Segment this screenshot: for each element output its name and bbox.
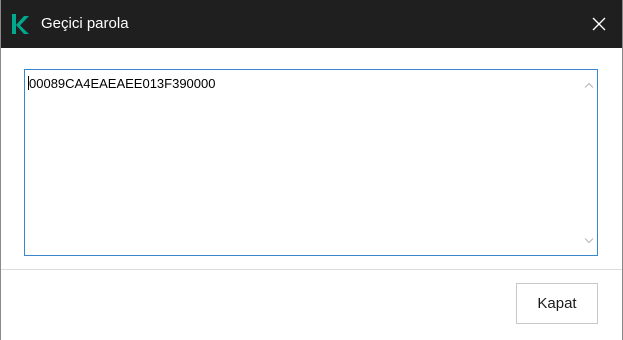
password-text-field[interactable]: 00089CA4EAEAEE013F390000: [25, 70, 580, 255]
dialog-footer: Kapat: [1, 270, 622, 340]
password-textarea[interactable]: 00089CA4EAEAEE013F390000: [24, 69, 598, 256]
chevron-down-icon[interactable]: [580, 232, 597, 249]
dialog-title: Geçici parola: [41, 15, 129, 32]
password-value: 00089CA4EAEAEE013F390000: [29, 76, 216, 91]
app-logo-icon: [10, 12, 30, 36]
dialog-window: Geçici parola 00089CA4EAEAEE013F390000 K…: [0, 0, 623, 340]
title-bar: Geçici parola: [1, 0, 622, 48]
close-button[interactable]: Kapat: [516, 283, 598, 324]
vertical-scrollbar[interactable]: [580, 70, 597, 255]
chevron-up-icon[interactable]: [580, 76, 597, 93]
close-icon[interactable]: [576, 0, 622, 48]
